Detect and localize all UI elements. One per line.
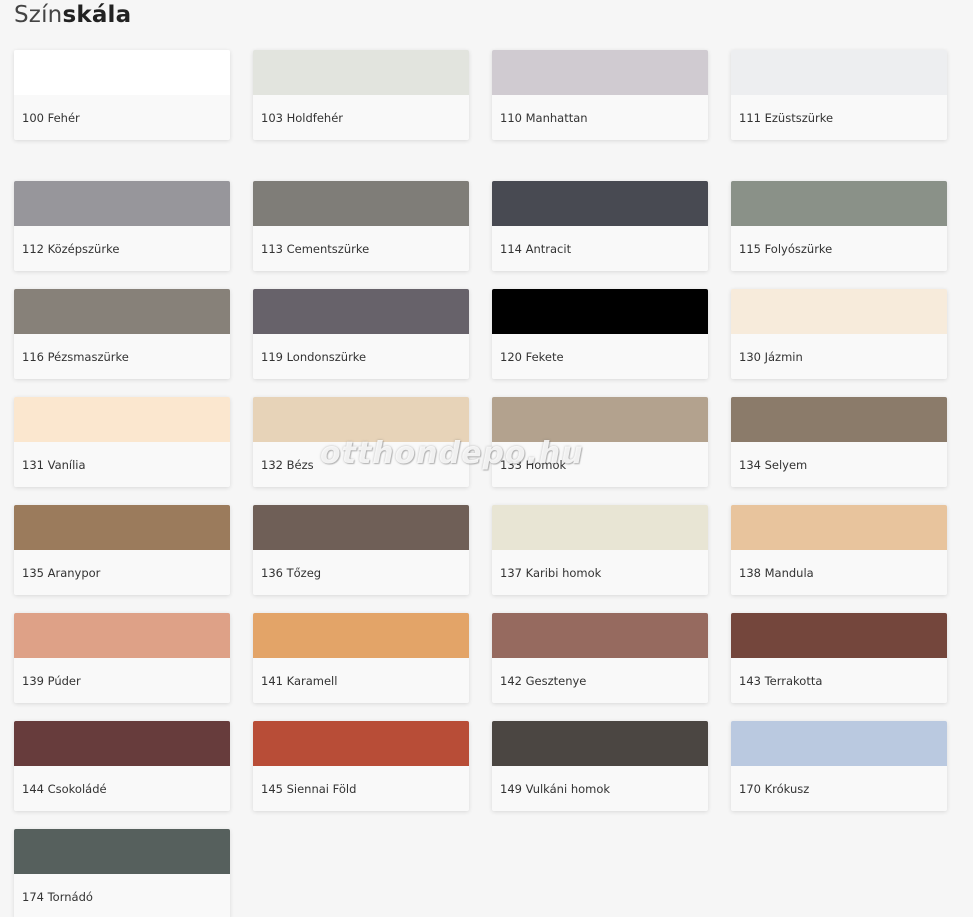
swatch-card[interactable]: 138 Mandula [731, 505, 947, 595]
swatch-label: 120 Fekete [500, 350, 564, 364]
color-swatch [731, 397, 947, 442]
color-swatch [14, 829, 230, 874]
swatch-label: 112 Középszürke [22, 242, 120, 256]
swatch-label: 119 Londonszürke [261, 350, 367, 364]
swatch-card[interactable]: 174 Tornádó [14, 829, 230, 917]
swatch-label: 110 Manhattan [500, 111, 588, 125]
swatch-card[interactable]: 112 Középszürke [14, 181, 230, 271]
swatch-card[interactable]: 116 Pézsmaszürke [14, 289, 230, 379]
color-swatch [14, 505, 230, 550]
swatch-label: 143 Terrakotta [739, 674, 823, 688]
color-swatch [14, 721, 230, 766]
swatch-label: 142 Gesztenye [500, 674, 587, 688]
swatch-label: 113 Cementszürke [261, 242, 370, 256]
color-swatch [253, 181, 469, 226]
swatch-card[interactable]: 144 Csokoládé [14, 721, 230, 811]
color-swatch [492, 613, 708, 658]
page-title-light: Szín [14, 2, 63, 28]
swatch-label: 103 Holdfehér [261, 111, 343, 125]
swatch-label: 139 Púder [22, 674, 81, 688]
swatch-label: 134 Selyem [739, 458, 808, 472]
swatch-label: 145 Siennai Föld [261, 782, 357, 796]
swatch-card[interactable]: 110 Manhattan [492, 50, 708, 140]
color-swatch [492, 289, 708, 334]
swatch-label: 144 Csokoládé [22, 782, 107, 796]
swatch-card[interactable]: 137 Karibi homok [492, 505, 708, 595]
swatch-card[interactable]: 170 Krókusz [731, 721, 947, 811]
color-chart-page: Színskála 100 Fehér 103 Holdfehér 110 Ma… [0, 0, 973, 917]
color-swatch [731, 289, 947, 334]
swatch-card[interactable]: 114 Antracit [492, 181, 708, 271]
swatch-card[interactable]: 136 Tőzeg [253, 505, 469, 595]
swatch-card[interactable]: 111 Ezüstszürke [731, 50, 947, 140]
swatch-label: 114 Antracit [500, 242, 572, 256]
page-title-bold: skála [62, 2, 132, 28]
color-swatch [14, 50, 230, 95]
swatch-card[interactable]: 142 Gesztenye [492, 613, 708, 703]
swatch-card[interactable]: 141 Karamell [253, 613, 469, 703]
swatch-card[interactable]: 113 Cementszürke [253, 181, 469, 271]
color-swatch [253, 613, 469, 658]
swatch-label: 135 Aranypor [22, 566, 101, 580]
color-swatch [731, 721, 947, 766]
color-swatch [253, 50, 469, 95]
swatch-label: 133 Homok [500, 458, 567, 472]
color-swatch [14, 613, 230, 658]
swatch-label: 100 Fehér [22, 111, 80, 125]
color-swatch [253, 397, 469, 442]
page-title: Színskála [14, 2, 131, 28]
color-swatch [492, 721, 708, 766]
swatch-card[interactable]: 131 Vanília [14, 397, 230, 487]
swatch-card[interactable]: 115 Folyószürke [731, 181, 947, 271]
swatch-card[interactable]: 100 Fehér [14, 50, 230, 140]
swatch-card[interactable]: 130 Jázmin [731, 289, 947, 379]
swatch-card[interactable]: 139 Púder [14, 613, 230, 703]
swatch-label: 137 Karibi homok [500, 566, 602, 580]
swatch-card[interactable]: 143 Terrakotta [731, 613, 947, 703]
swatch-label: 141 Karamell [261, 674, 338, 688]
color-swatch [731, 181, 947, 226]
swatch-card[interactable]: 133 Homok [492, 397, 708, 487]
color-swatch [492, 397, 708, 442]
swatch-card[interactable]: 149 Vulkáni homok [492, 721, 708, 811]
color-swatch [731, 613, 947, 658]
swatch-label: 111 Ezüstszürke [739, 111, 834, 125]
swatch-label: 131 Vanília [22, 458, 86, 472]
swatch-label: 138 Mandula [739, 566, 814, 580]
color-swatch [14, 289, 230, 334]
swatch-card[interactable]: 119 Londonszürke [253, 289, 469, 379]
swatch-label: 136 Tőzeg [261, 566, 322, 580]
color-swatch [492, 181, 708, 226]
swatch-label: 170 Krókusz [739, 782, 810, 796]
color-swatch [253, 721, 469, 766]
swatch-label: 116 Pézsmaszürke [22, 350, 129, 364]
swatch-card[interactable]: 145 Siennai Föld [253, 721, 469, 811]
swatch-label: 149 Vulkáni homok [500, 782, 611, 796]
swatch-label: 174 Tornádó [22, 890, 93, 904]
color-swatch [253, 505, 469, 550]
swatch-label: 115 Folyószürke [739, 242, 833, 256]
swatch-card[interactable]: 135 Aranypor [14, 505, 230, 595]
swatch-label: 132 Bézs [261, 458, 314, 472]
color-swatch [14, 397, 230, 442]
color-swatch [14, 181, 230, 226]
color-swatch [731, 50, 947, 95]
color-swatch [731, 505, 947, 550]
color-swatch [492, 50, 708, 95]
color-swatch [492, 505, 708, 550]
swatch-card[interactable]: 120 Fekete [492, 289, 708, 379]
color-swatch [253, 289, 469, 334]
swatch-card[interactable]: 103 Holdfehér [253, 50, 469, 140]
swatch-card[interactable]: 132 Bézs [253, 397, 469, 487]
swatch-card[interactable]: 134 Selyem [731, 397, 947, 487]
swatch-label: 130 Jázmin [739, 350, 803, 364]
